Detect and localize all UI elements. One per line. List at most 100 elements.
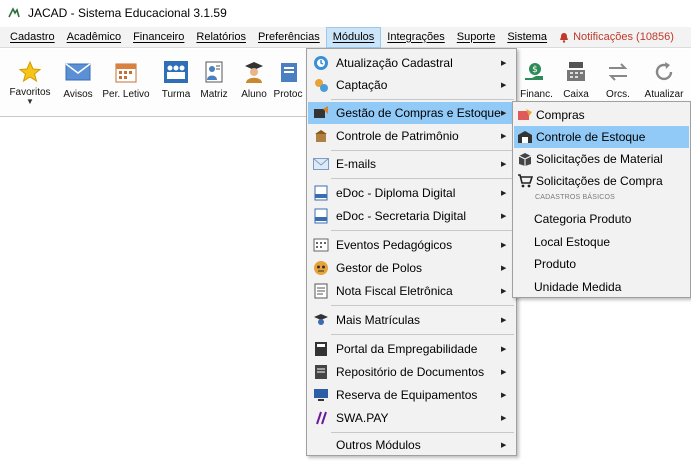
star-icon [18,60,42,83]
toolbar-financ-label: l Financ. [515,89,553,100]
submenu-item-produto[interactable]: Produto [514,253,689,275]
menu-item-label: Reserva de Equipamentos [336,388,478,402]
toolbar-favoritos[interactable]: Favoritos ▼ [4,57,56,106]
toolbar-avisos-label: Avisos [63,89,93,100]
chevron-right-icon: ▶ [501,392,507,399]
menu-sistema[interactable]: Sistema [501,27,553,48]
submenu-item-compras[interactable]: Compras [514,104,689,126]
swapay-icon [311,410,331,426]
patrimonio-icon [311,128,331,144]
toolbar-protocolo[interactable]: Protoc [268,57,308,100]
menu-item-gestao-compras-estoque[interactable]: Gestão de Compras e Estoque ▶ [308,102,515,124]
toolbar-caixa[interactable]: Caixa [554,57,598,100]
menu-relatorios[interactable]: Relatórios [190,27,252,48]
email-icon [311,156,331,172]
menu-separator [331,150,514,151]
menu-separator [331,305,514,306]
menu-item-edoc-diploma[interactable]: eDoc - Diploma Digital ▶ [308,182,515,204]
window-title: JACAD - Sistema Educacional 3.1.59 [28,6,227,20]
submenu-item-label: Unidade Medida [534,280,622,294]
menu-integracoes[interactable]: Integrações [381,27,450,48]
atualizacao-icon [311,55,331,71]
polos-icon [311,260,331,276]
menu-item-captacao[interactable]: Captação ▶ [308,74,515,96]
material-icon [516,151,534,167]
submenu-item-controle-estoque[interactable]: Controle de Estoque [514,126,689,148]
submenu-item-categoria-produto[interactable]: Categoria Produto [514,208,689,230]
cash-register-icon [567,62,585,81]
menu-financeiro[interactable]: Financeiro [127,27,190,48]
menu-separator [331,230,514,231]
portal-icon [311,341,331,357]
submenu-item-label: Categoria Produto [534,212,632,226]
toolbar-financ[interactable]: $ l Financ. [514,57,554,100]
chevron-right-icon: ▶ [501,346,507,353]
menu-item-eventos-pedagogicos[interactable]: Eventos Pedagógicos ▶ [308,234,515,256]
calendar-icon [115,63,137,83]
nota-fiscal-icon [311,283,331,299]
menu-item-label: Captação [336,78,388,92]
toolbar-avisos[interactable]: Avisos [52,57,104,100]
svg-text:$: $ [532,65,538,75]
refresh-icon [655,62,673,81]
menu-academico[interactable]: Acadêmico [61,27,127,48]
menu-item-label: Atualização Cadastral [336,56,453,70]
submenu-item-label: Solicitações de Material [536,152,663,166]
matriz-icon [205,61,223,83]
menu-item-swapay[interactable]: SWA.PAY ▶ [308,407,515,429]
menu-item-label: Gestor de Polos [336,261,423,275]
menu-item-label: eDoc - Secretaria Digital [336,209,467,223]
menu-item-portal-empregabilidade[interactable]: Portal da Empregabilidade ▶ [308,338,515,360]
chevron-right-icon: ▶ [501,415,507,422]
menu-modulos[interactable]: Módulos [325,26,382,48]
toolbar-per-letivo[interactable]: Per. Letivo [100,57,152,100]
menu-item-label: Eventos Pedagógicos [336,238,453,252]
matriculas-icon [311,312,331,328]
submenu-item-label: Solicitações de Compra [536,174,663,188]
menu-item-outros-modulos[interactable]: Outros Módulos ▶ [308,434,515,456]
menu-item-emails[interactable]: E-mails ▶ [308,153,515,175]
menu-suporte[interactable]: Suporte [451,27,502,48]
reserva-icon [311,387,331,403]
edoc-icon [311,185,331,201]
menu-item-label: Nota Fiscal Eletrônica [336,284,453,298]
chevron-right-icon: ▶ [501,317,507,324]
turma-icon [164,61,188,83]
submenu-item-local-estoque[interactable]: Local Estoque [514,231,689,253]
toolbar-atualizar[interactable]: Atualizar [638,57,690,100]
compras-icon [516,107,534,123]
chevron-right-icon: ▶ [501,60,507,67]
menu-item-label: Portal da Empregabilidade [336,342,478,356]
menu-item-repositorio-documentos[interactable]: Repositório de Documentos ▶ [308,361,515,383]
toolbar-orcs[interactable]: Orcs. [596,57,640,100]
menu-item-atualizacao-cadastral[interactable]: Atualização Cadastral ▶ [308,52,515,74]
chevron-right-icon: ▶ [501,82,507,89]
menu-item-label: Outros Módulos [336,438,421,452]
submenu-item-unidade-medida[interactable]: Unidade Medida [514,276,689,298]
menu-item-mais-matriculas[interactable]: Mais Matrículas ▶ [308,309,515,331]
menu-preferencias[interactable]: Preferências [252,27,326,48]
title-bar: JACAD - Sistema Educacional 3.1.59 [0,0,691,26]
cart-icon [516,173,534,189]
edoc-icon [311,208,331,224]
submenu-item-solicitacoes-compra[interactable]: Solicitações de Compra [514,170,689,192]
submenu-item-solicitacoes-material[interactable]: Solicitações de Material [514,148,689,170]
estoque-icon [516,129,534,145]
menu-item-edoc-secretaria[interactable]: eDoc - Secretaria Digital ▶ [308,205,515,227]
submenu-item-label: Local Estoque [534,235,611,249]
toolbar-caixa-label: Caixa [563,89,589,100]
menu-cadastro[interactable]: Cadastro [4,27,61,48]
chevron-right-icon: ▶ [501,369,507,376]
menu-separator [331,99,514,100]
menu-item-label: E-mails [336,157,377,171]
notifications-link[interactable]: Notificações (10856) [553,31,680,43]
submenu-item-label: Produto [534,257,577,271]
menu-item-nota-fiscal[interactable]: Nota Fiscal Eletrônica ▶ [308,280,515,302]
menu-item-controle-patrimonio[interactable]: Controle de Patrimônio ▶ [308,125,515,147]
money-icon: $ [525,63,543,80]
menu-item-reserva-equipamentos[interactable]: Reserva de Equipamentos ▶ [308,384,515,406]
submenu-item-label: Compras [536,108,585,122]
menu-bar: Cadastro Acadêmico Financeiro Relatórios… [0,26,691,48]
menu-item-gestor-polos[interactable]: Gestor de Polos ▶ [308,257,515,279]
menu-item-label: Gestão de Compras e Estoque [336,106,501,120]
